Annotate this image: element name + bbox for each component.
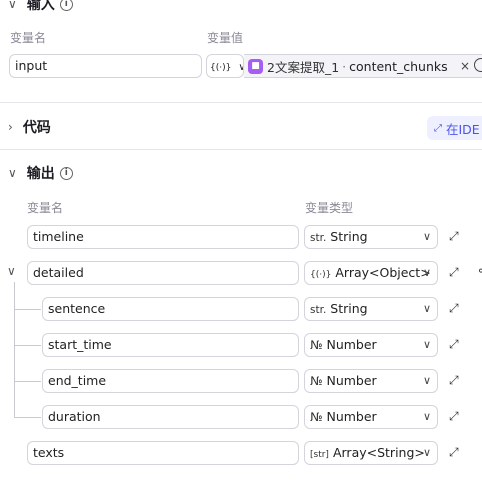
clear-icon[interactable]: ×	[460, 59, 470, 73]
code-section-title: 代码	[22, 120, 51, 136]
output-var-name-field[interactable]: timeline	[27, 225, 299, 249]
add-child-icon[interactable]: ⚬	[476, 264, 482, 278]
output-var-name-field[interactable]: end_time	[42, 369, 299, 393]
tree-branch	[14, 309, 41, 310]
input-ref-value-field[interactable]: ■ 2文案提取_1 · content_chunks ×	[244, 54, 482, 78]
expand-icon[interactable]: ⤢	[449, 301, 459, 316]
output-var-name-field[interactable]: sentence	[42, 297, 299, 321]
expand-icon[interactable]: ⤢	[449, 445, 459, 460]
code-section-header[interactable]: › 代码	[8, 117, 51, 137]
ref-node-label: 2文案提取_1	[267, 59, 340, 75]
input-var-name-field[interactable]: input	[9, 54, 202, 78]
expand-icon[interactable]: ⤢	[449, 337, 459, 352]
output-section-header[interactable]: ∨ 输出 i	[8, 163, 73, 183]
ref-separator: ·	[342, 58, 347, 74]
divider	[0, 149, 482, 150]
output-var-name-field[interactable]: start_time	[42, 333, 299, 357]
chevron-down-icon: ∨	[422, 302, 431, 315]
tree-branch	[14, 381, 41, 382]
input-value-mode-icon[interactable]	[474, 58, 482, 72]
chevron-down-icon: ∨	[422, 338, 431, 351]
output-var-name-field[interactable]: texts	[27, 441, 299, 465]
info-icon[interactable]: i	[59, 166, 73, 180]
output-type-label: Number	[326, 409, 377, 424]
expand-icon[interactable]: ⤢	[449, 229, 459, 244]
output-type-select[interactable]: {(·)} Array<Object> ∨	[304, 261, 438, 285]
ref-field-label: content_chunks	[349, 58, 448, 74]
divider	[0, 102, 482, 103]
output-type-select[interactable]: str. String ∨	[304, 297, 438, 321]
output-col-type-header: 变量类型	[305, 201, 354, 215]
open-in-ide-label: 在IDE	[446, 121, 480, 137]
chevron-down-icon: ∨	[422, 230, 431, 243]
chevron-down-icon: ∨	[422, 266, 431, 279]
number-type-icon: №	[310, 374, 323, 388]
chevron-down-icon: ∨	[422, 410, 431, 423]
output-col-name-header: 变量名	[27, 201, 64, 215]
output-type-select[interactable]: № Number ∨	[304, 333, 438, 357]
info-icon[interactable]: i	[59, 0, 73, 11]
tree-branch	[14, 417, 41, 418]
output-type-select[interactable]: [str] Array<String> ∨	[304, 441, 438, 465]
output-type-label: String	[330, 229, 368, 244]
number-type-icon: №	[310, 338, 323, 352]
output-var-name-field[interactable]: duration	[42, 405, 299, 429]
expand-icon[interactable]: ⤢	[449, 373, 459, 388]
chevron-down-icon[interactable]: ∨	[8, 0, 17, 11]
input-col-name-header: 变量名	[10, 31, 47, 45]
string-array-type-icon: [str]	[310, 450, 329, 460]
string-type-icon: str.	[310, 304, 327, 316]
tree-branch	[14, 345, 41, 346]
number-type-icon: №	[310, 410, 323, 424]
output-var-name-field[interactable]: detailed	[27, 261, 299, 285]
expand-icon: ⤢	[434, 122, 442, 134]
expand-icon[interactable]: ⤢	[449, 409, 459, 424]
output-type-label: Number	[326, 337, 377, 352]
input-col-value-header: 变量值	[207, 31, 244, 45]
output-type-label: Array<Object>	[335, 265, 431, 280]
output-type-select[interactable]: str. String ∨	[304, 225, 438, 249]
node-icon: ■	[248, 58, 263, 74]
open-in-ide-button[interactable]: ⤢ 在IDE	[427, 116, 482, 140]
string-type-icon: str.	[310, 232, 327, 244]
chevron-down-icon[interactable]: ∨	[8, 166, 17, 180]
input-section-header[interactable]: ∨ 输入 i	[8, 0, 73, 14]
chevron-right-icon[interactable]: ›	[8, 120, 13, 134]
input-ref-type-select[interactable]: {(·)} ∨	[206, 54, 244, 78]
output-type-label: Number	[326, 373, 377, 388]
object-type-icon: {(·)}	[310, 270, 332, 280]
collapse-detailed-chevron-icon[interactable]: ∨	[7, 264, 16, 278]
output-section-title: 输出	[26, 166, 55, 182]
input-section-title: 输入	[26, 0, 55, 13]
chevron-down-icon: ∨	[422, 374, 431, 387]
output-type-select[interactable]: № Number ∨	[304, 405, 438, 429]
chevron-down-icon: ∨	[422, 446, 431, 459]
output-type-label: Array<String>	[332, 445, 425, 460]
ref-type-icon: {(·)}	[210, 63, 232, 73]
expand-icon[interactable]: ⤢	[449, 265, 459, 280]
tree-line	[14, 282, 15, 418]
output-type-label: String	[330, 301, 368, 316]
output-type-select[interactable]: № Number ∨	[304, 369, 438, 393]
